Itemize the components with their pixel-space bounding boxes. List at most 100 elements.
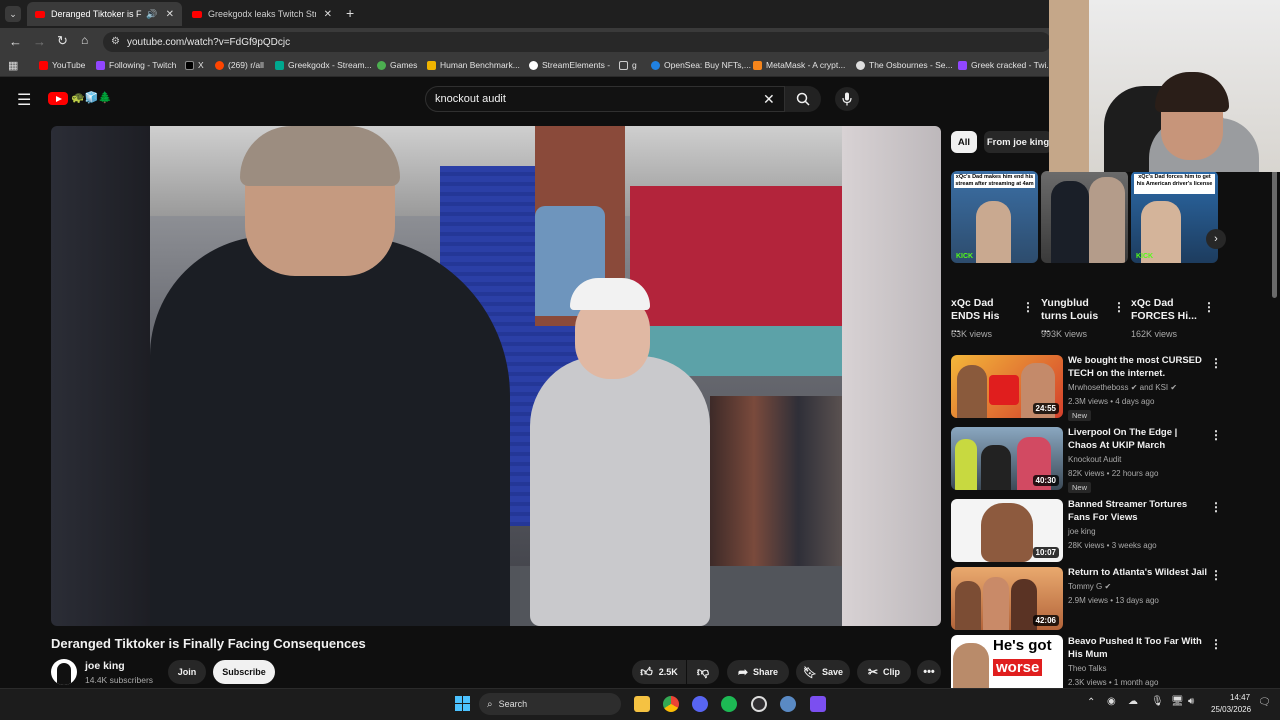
clip-button[interactable]: ✂ Clip	[857, 660, 911, 684]
more-vertical-icon[interactable]: ⋮	[1210, 500, 1222, 514]
shelf-thumb-caption: xQc's Dad forces him to get his American…	[1134, 174, 1215, 194]
save-button[interactable]: 🔖︎ Save	[796, 660, 850, 684]
bookmark-opensea[interactable]: OpenSea: Buy NFTs,...	[651, 60, 751, 70]
file-explorer-icon[interactable]	[634, 696, 650, 712]
rec-title[interactable]: Beavo Pushed It Too Far With His Mum	[1068, 635, 1208, 661]
share-button[interactable]: ➦ Share	[727, 660, 789, 684]
more-vertical-icon[interactable]: ⋮	[1113, 300, 1125, 314]
subscribe-button[interactable]: Subscribe	[213, 660, 275, 684]
video-blur-right	[842, 126, 941, 626]
bookmark-human-benchmark[interactable]: Human Benchmark...	[427, 60, 520, 70]
more-vertical-icon[interactable]: ⋮	[1022, 300, 1034, 314]
bookmark-reddit-all[interactable]: (269) r/all	[215, 60, 264, 70]
rec-thumbnail[interactable]: 42:06	[951, 567, 1063, 630]
spotify-icon[interactable]	[721, 696, 737, 712]
kick-logo: KICK	[1136, 253, 1154, 260]
tab-search-button[interactable]: ⌄	[5, 6, 21, 22]
site-info-icon[interactable]: ⚙	[111, 36, 120, 47]
tray-app-icon[interactable]: ◉	[1107, 696, 1116, 707]
tray-chevron-icon[interactable]: ⌃	[1087, 697, 1095, 708]
bookmark-games[interactable]: Games	[377, 60, 417, 70]
bookmark-streamelements[interactable]: StreamElements -	[529, 60, 610, 70]
channel-avatar[interactable]	[51, 659, 77, 685]
new-tab-button[interactable]: +	[346, 5, 354, 21]
tray-cloud-icon[interactable]: ☁	[1128, 696, 1138, 707]
search-icon	[796, 92, 810, 106]
tab-greekgodx-leaks[interactable]: Greekgodx leaks Twitch Streamers ✕	[184, 2, 340, 26]
chip-all[interactable]: All	[951, 131, 977, 153]
bookmark-osbournes[interactable]: The Osbournes - Se...	[856, 60, 953, 70]
rec-thumbnail[interactable]: 24:55	[951, 355, 1063, 418]
channel-name[interactable]: joe king	[85, 660, 125, 672]
clear-search-icon[interactable]: ✕	[763, 91, 775, 108]
page-scrollbar[interactable]	[1272, 170, 1277, 298]
back-icon[interactable]: ←	[9, 34, 22, 49]
shelf-next-button[interactable]: ›	[1206, 229, 1226, 249]
rec-title[interactable]: Return to Atlanta's Wildest Jail	[1068, 566, 1208, 579]
taskbar-search[interactable]: ⌕ Search	[479, 693, 621, 715]
notifications-icon[interactable]: 🗨︎	[1258, 697, 1271, 708]
like-button[interactable]: 👍︎ 2.5K	[632, 660, 686, 684]
clock-date[interactable]: 25/03/2026	[1211, 705, 1251, 714]
close-tab-icon[interactable]: ✕	[324, 9, 332, 20]
new-badge: New	[1068, 482, 1092, 493]
address-bar[interactable]: ⚙ youtube.com/watch?v=FdGf9pQDcjc	[103, 32, 1051, 52]
video-duration: 42:06	[1032, 615, 1059, 626]
bookmark-greekgodx-stream[interactable]: Greekgodx - Stream...	[275, 60, 372, 70]
discord-icon[interactable]	[692, 696, 708, 712]
rec-stats: 2.3K views • 1 month ago	[1068, 678, 1159, 687]
windows-start-icon[interactable]	[455, 696, 471, 712]
rec-title[interactable]: Liverpool On The Edge | Chaos At UKIP Ma…	[1068, 426, 1208, 452]
bookmark-x[interactable]: X	[185, 60, 204, 70]
rec-stats: 82K views • 22 hours ago	[1068, 469, 1159, 478]
app-icon[interactable]	[780, 696, 796, 712]
obs-icon[interactable]	[751, 696, 767, 712]
more-vertical-icon[interactable]: ⋮	[1210, 568, 1222, 582]
rec-thumbnail[interactable]: He's got worse	[951, 635, 1063, 688]
rec-thumbnail[interactable]: 10:07	[951, 499, 1063, 562]
video-player[interactable]	[51, 126, 941, 626]
shelf-thumb-2[interactable]	[1041, 171, 1128, 263]
bookmark-metamask[interactable]: MetaMask - A crypt...	[753, 60, 845, 70]
verified-icon: ✔	[1170, 383, 1178, 392]
more-vertical-icon[interactable]: ⋮	[1210, 637, 1222, 651]
more-vertical-icon[interactable]: ⋮	[1203, 300, 1215, 314]
tab-title: Greekgodx leaks Twitch Streamers	[208, 9, 316, 19]
youtube-logo[interactable]	[48, 92, 68, 105]
reload-icon[interactable]: ↻	[57, 33, 68, 49]
clock-time[interactable]: 14:47	[1230, 693, 1250, 702]
apps-grid-icon[interactable]: ▦	[8, 59, 18, 72]
voice-search-button[interactable]	[835, 87, 859, 111]
more-vertical-icon[interactable]: ⋮	[1210, 356, 1222, 370]
bookmark-following-twitch[interactable]: Following - Twitch	[96, 60, 176, 70]
tab-deranged-tiktoker[interactable]: Deranged Tiktoker is Finally Facing Cons…	[27, 2, 182, 26]
more-vertical-icon[interactable]: ⋮	[1210, 428, 1222, 442]
hamburger-menu-icon[interactable]: ☰	[17, 90, 31, 110]
dislike-button[interactable]: 👎︎	[687, 660, 719, 684]
forward-icon[interactable]: →	[33, 34, 46, 49]
rec-title[interactable]: We bought the most CURSED TECH on the in…	[1068, 354, 1208, 380]
home-icon[interactable]: ⌂	[81, 33, 88, 47]
chip-from-joe-king[interactable]: From joe king	[984, 131, 1052, 153]
video-duration: 40:30	[1032, 475, 1059, 486]
bookmark-folder-g[interactable]: g	[619, 60, 637, 70]
bookmark-youtube[interactable]: YouTube	[39, 60, 85, 70]
rec-thumbnail[interactable]: 40:30	[951, 427, 1063, 490]
rec-channel: Tommy G ✔	[1068, 582, 1112, 591]
close-tab-icon[interactable]: ✕	[166, 9, 174, 20]
speaker-icon[interactable]: 🔊	[146, 9, 157, 20]
shelf-thumb-3[interactable]: xQc's Dad forces him to get his American…	[1131, 171, 1218, 263]
volume-icon[interactable]: 🔊︎	[1188, 696, 1194, 707]
chrome-icon[interactable]	[663, 696, 679, 712]
bookmark-greek-cracked[interactable]: Greek cracked - Twi...	[958, 60, 1054, 70]
rec-title[interactable]: Banned Streamer Tortures Fans For Views	[1068, 498, 1208, 524]
join-button[interactable]: Join	[168, 660, 206, 684]
search-button[interactable]	[785, 86, 821, 112]
shelf-thumb-1[interactable]: xQc's Dad makes him end his stream after…	[951, 171, 1038, 263]
network-icon[interactable]: 🖥︎	[1171, 696, 1184, 707]
more-actions-button[interactable]: •••	[917, 660, 941, 684]
shelf-item-title[interactable]: xQc Dad FORCES Hi...	[1131, 297, 1197, 323]
app-grid-icon[interactable]	[810, 696, 826, 712]
search-input[interactable]: knockout audit ✕	[425, 86, 785, 112]
tray-mic-icon[interactable]: 🎙︎	[1151, 696, 1164, 707]
